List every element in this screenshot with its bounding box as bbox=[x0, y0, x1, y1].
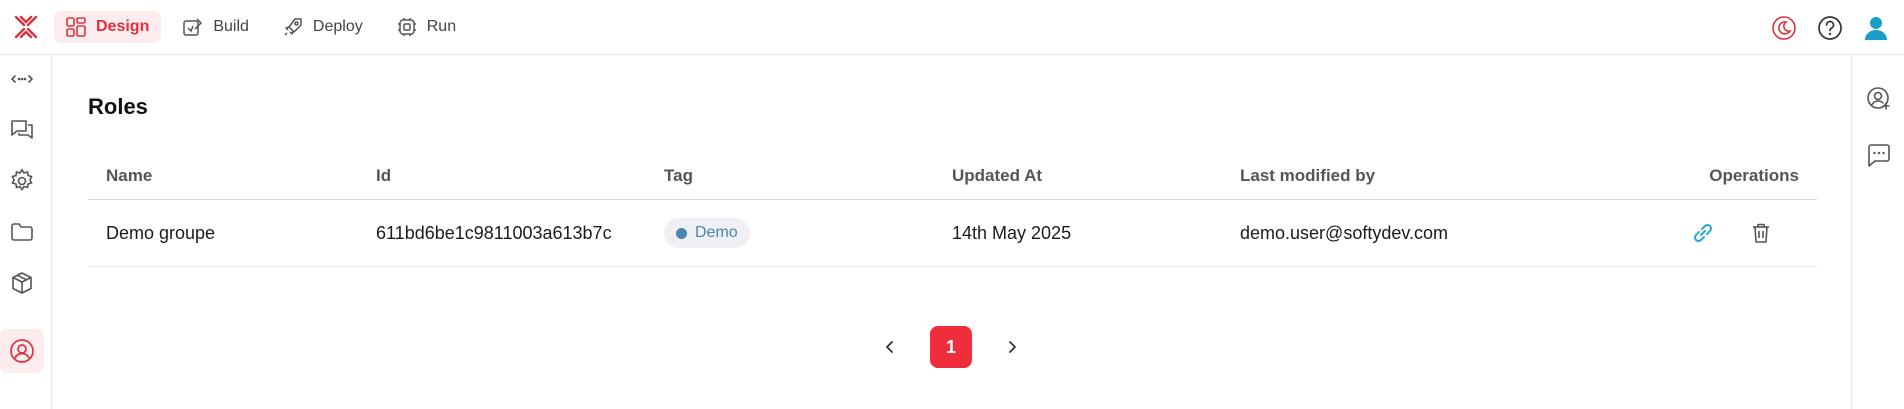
theme-toggle-button[interactable] bbox=[1770, 14, 1798, 42]
comment-icon bbox=[1868, 144, 1890, 167]
column-header-updated-at[interactable]: Updated At bbox=[952, 166, 1240, 186]
delete-button[interactable] bbox=[1747, 219, 1775, 247]
sidebar-item-roles[interactable] bbox=[0, 329, 44, 373]
cell-last-modified-by: demo.user@softydev.com bbox=[1240, 222, 1449, 243]
package-box-icon bbox=[12, 272, 32, 294]
chevron-left-icon bbox=[886, 341, 893, 353]
tag-label: Demo bbox=[695, 224, 738, 241]
tag-dot bbox=[676, 227, 687, 239]
page-1-button[interactable]: 1 bbox=[930, 326, 972, 368]
prev-page-button[interactable] bbox=[876, 333, 904, 361]
design-grid-icon bbox=[66, 17, 86, 37]
app-logo[interactable] bbox=[4, 0, 48, 55]
cell-tag: Demo bbox=[664, 218, 952, 248]
logo-x-icon bbox=[14, 15, 38, 39]
link-icon bbox=[1693, 223, 1713, 243]
pagination: 1 bbox=[53, 326, 1849, 368]
top-bar: Design Build Deploy Run bbox=[0, 0, 1904, 55]
theme-moon-icon bbox=[1772, 15, 1796, 40]
settings-gear-icon bbox=[11, 168, 33, 191]
chat-icon bbox=[11, 120, 33, 139]
column-header-operations-label: Operations bbox=[1709, 165, 1799, 185]
cell-updated-at: 14th May 2025 bbox=[952, 222, 1072, 243]
comments-button[interactable] bbox=[1864, 140, 1894, 170]
nav-design-label: Design bbox=[96, 18, 150, 35]
left-sidebar bbox=[0, 56, 52, 409]
help-button[interactable] bbox=[1816, 14, 1844, 42]
page-title: Roles bbox=[88, 94, 148, 119]
main-nav: Design Build Deploy Run bbox=[54, 11, 468, 43]
nav-run-label: Run bbox=[426, 18, 457, 35]
help-question-icon bbox=[1818, 15, 1842, 40]
column-header-id[interactable]: Id bbox=[376, 166, 664, 186]
column-header-name[interactable]: Name bbox=[88, 166, 376, 186]
column-header-last-modified-by[interactable]: Last modified by bbox=[1240, 166, 1660, 186]
main-content: Roles Name Id Tag Updated At Last modifi… bbox=[53, 56, 1850, 409]
nav-build-label: Build bbox=[213, 18, 249, 35]
build-icon bbox=[183, 18, 203, 36]
cell-operations bbox=[1660, 219, 1817, 247]
chevron-right-icon bbox=[1009, 341, 1016, 353]
column-header-operations: Operations bbox=[1660, 166, 1817, 186]
add-user-button[interactable] bbox=[1864, 84, 1894, 114]
sidebar-item-package[interactable] bbox=[0, 261, 44, 305]
trash-icon bbox=[1753, 223, 1769, 243]
user-avatar-icon bbox=[1865, 16, 1887, 40]
sidebar-item-chat[interactable] bbox=[0, 108, 44, 152]
nav-run-button[interactable]: Run bbox=[385, 11, 468, 43]
cell-name: Demo groupe bbox=[106, 222, 216, 243]
right-sidebar bbox=[1851, 56, 1904, 409]
top-right-actions bbox=[1770, 0, 1890, 55]
link-button[interactable] bbox=[1689, 219, 1717, 247]
tag-badge: Demo bbox=[664, 218, 750, 248]
nav-design-button[interactable]: Design bbox=[54, 11, 162, 43]
rocket-icon bbox=[284, 18, 302, 36]
sidebar-item-folder[interactable] bbox=[0, 210, 44, 254]
sidebar-item-settings[interactable] bbox=[0, 159, 44, 203]
add-user-icon bbox=[1867, 87, 1890, 110]
nav-build-button[interactable]: Build bbox=[171, 11, 261, 43]
roles-user-icon bbox=[10, 339, 34, 363]
table-header: Name Id Tag Updated At Last modified by … bbox=[88, 152, 1817, 200]
table-row[interactable]: Demo groupe 611bd6be1c9811003a613b7c Dem… bbox=[88, 200, 1817, 267]
folder-icon bbox=[11, 223, 33, 241]
run-chip-icon bbox=[397, 18, 416, 36]
next-page-button[interactable] bbox=[998, 333, 1026, 361]
api-icon bbox=[10, 75, 34, 83]
sidebar-item-api[interactable] bbox=[0, 57, 44, 101]
roles-table: Name Id Tag Updated At Last modified by … bbox=[88, 152, 1817, 267]
user-avatar-button[interactable] bbox=[1862, 14, 1890, 42]
nav-deploy-button[interactable]: Deploy bbox=[271, 11, 375, 43]
nav-deploy-label: Deploy bbox=[312, 18, 363, 35]
column-header-tag[interactable]: Tag bbox=[664, 166, 952, 186]
cell-id: 611bd6be1c9811003a613b7c bbox=[376, 222, 612, 243]
